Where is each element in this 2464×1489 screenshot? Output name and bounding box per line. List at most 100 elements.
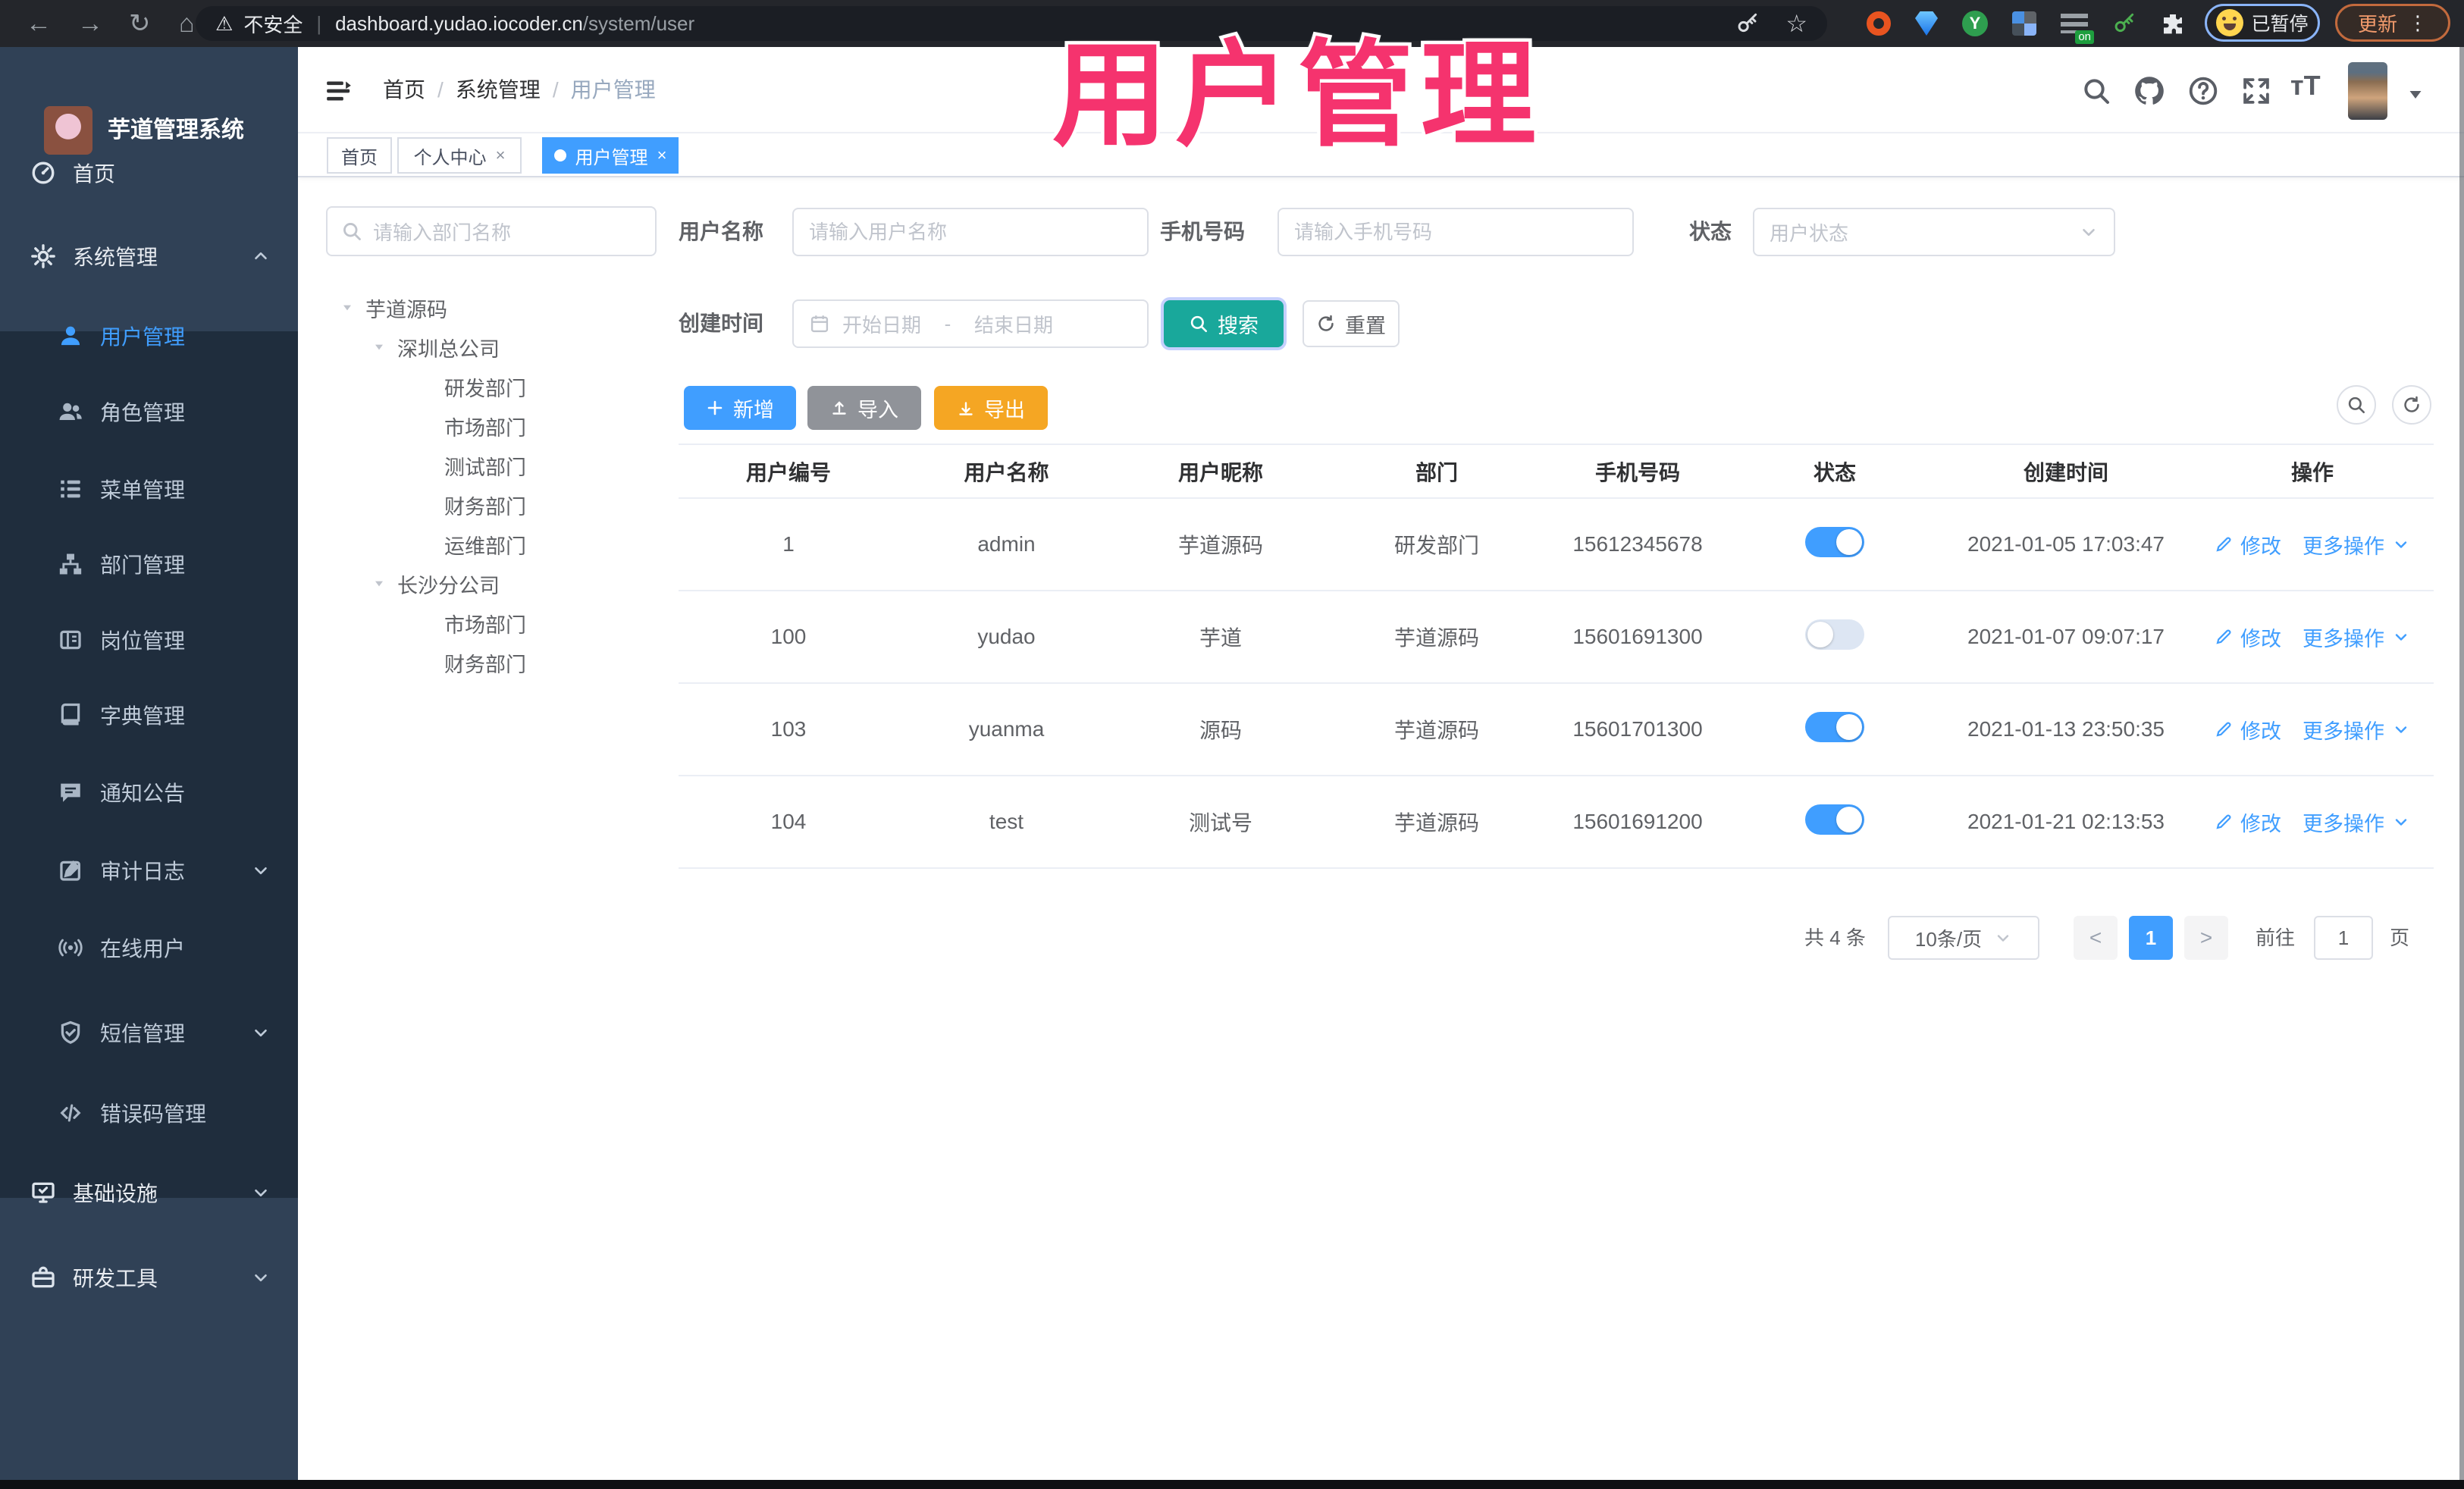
goto-label: 前往 xyxy=(2256,926,2296,949)
reset-button[interactable]: 重置 xyxy=(1303,300,1400,347)
fullscreen-icon[interactable] xyxy=(2240,75,2272,107)
prev-page-button[interactable]: < xyxy=(2074,916,2118,960)
tree-node-company[interactable]: 深圳总公司 xyxy=(371,330,500,365)
status-select[interactable]: 用户状态 xyxy=(1753,208,2115,256)
tree-node-dept[interactable]: 市场部门 xyxy=(444,409,526,444)
sidebar-item-home[interactable]: 首页 xyxy=(0,135,298,211)
password-key-icon[interactable] xyxy=(1735,11,1760,36)
search-button[interactable]: 搜索 xyxy=(1164,300,1284,347)
edit-link[interactable]: 修改 xyxy=(2240,622,2281,652)
tree-caret-icon[interactable] xyxy=(340,300,355,315)
close-icon[interactable]: × xyxy=(496,146,506,165)
more-actions-link[interactable]: 更多操作 xyxy=(2303,715,2384,744)
extension-key-icon[interactable] xyxy=(2112,11,2136,36)
browser-update-button[interactable]: 更新 ⋮ xyxy=(2335,4,2450,42)
tree-node-branch[interactable]: 长沙分公司 xyxy=(371,566,500,601)
sidebar-item-label: 错误码管理 xyxy=(100,1102,207,1126)
font-size-icon[interactable]: ᴛT xyxy=(2290,70,2321,102)
sidebar-item-roles[interactable]: 角色管理 xyxy=(0,374,298,450)
sidebar-item-error-codes[interactable]: 错误码管理 xyxy=(0,1075,298,1151)
sidebar-item-users[interactable]: 用户管理 xyxy=(0,298,298,374)
user-avatar[interactable] xyxy=(2348,62,2387,120)
edit-log-icon xyxy=(58,857,83,883)
tree-node-dept[interactable]: 测试部门 xyxy=(444,448,526,483)
more-actions-link[interactable]: 更多操作 xyxy=(2303,530,2384,560)
sidebar-item-sms[interactable]: 短信管理 xyxy=(0,995,298,1071)
tab-home[interactable]: 首页 xyxy=(327,137,392,174)
breadcrumb-separator: / xyxy=(437,78,444,102)
sidebar-item-posts[interactable]: 岗位管理 xyxy=(0,602,298,678)
sidebar-item-system[interactable]: 系统管理 xyxy=(0,218,298,294)
header-search-icon[interactable] xyxy=(2081,76,2111,106)
sidebar-item-online-users[interactable]: 在线用户 xyxy=(0,910,298,986)
tree-caret-icon[interactable] xyxy=(371,576,387,591)
hamburger-icon[interactable] xyxy=(324,76,354,106)
sidebar-item-infrastructure[interactable]: 基础设施 xyxy=(0,1155,298,1230)
extension-grid-icon[interactable] xyxy=(2012,11,2036,36)
extension-ubuntu-icon[interactable] xyxy=(1867,11,1891,36)
add-button[interactable]: 新增 xyxy=(684,386,796,430)
cell-username: admin xyxy=(977,532,1036,556)
extension-y-icon[interactable]: Y xyxy=(1962,11,1988,36)
extension-gem-icon[interactable] xyxy=(1915,11,1938,36)
sidebar-item-dev-tools[interactable]: 研发工具 xyxy=(0,1240,298,1315)
status-toggle[interactable] xyxy=(1805,526,1864,557)
search-icon xyxy=(1189,314,1208,334)
edit-link[interactable]: 修改 xyxy=(2240,807,2281,837)
refresh-table-button[interactable] xyxy=(2392,385,2431,425)
active-tab-dot xyxy=(553,149,566,161)
tab-user-management[interactable]: 用户管理 × xyxy=(542,137,679,174)
sidebar-item-depts[interactable]: 部门管理 xyxy=(0,526,298,602)
sidebar-item-menus[interactable]: 菜单管理 xyxy=(0,451,298,527)
export-button[interactable]: 导出 xyxy=(934,386,1048,430)
browser-back-icon[interactable]: ← xyxy=(26,0,52,47)
address-bar[interactable]: ⚠ 不安全 | dashboard.yudao.iocoder.cn/syste… xyxy=(196,6,1827,41)
breadcrumb-home[interactable]: 首页 xyxy=(383,47,425,133)
tree-caret-icon[interactable] xyxy=(371,340,387,355)
extension-switch-icon[interactable]: on xyxy=(2061,14,2094,44)
breadcrumb-system[interactable]: 系统管理 xyxy=(456,47,541,133)
tree-node-dept[interactable]: 运维部门 xyxy=(444,527,526,562)
next-page-button[interactable]: > xyxy=(2184,916,2228,960)
download-icon xyxy=(957,399,975,417)
goto-page-input[interactable] xyxy=(2314,916,2373,960)
cell-dept: 芋道源码 xyxy=(1393,811,1479,835)
edit-link[interactable]: 修改 xyxy=(2240,715,2281,744)
close-icon[interactable]: × xyxy=(657,146,667,165)
browser-forward-icon[interactable]: → xyxy=(77,0,103,47)
tree-node-dept[interactable]: 研发部门 xyxy=(444,369,526,404)
github-icon[interactable] xyxy=(2133,74,2166,108)
page-size-select[interactable]: 10条/页 xyxy=(1888,916,2039,960)
avatar-caret-down-icon[interactable] xyxy=(2404,83,2427,106)
username-input[interactable] xyxy=(792,208,1149,256)
import-button[interactable]: 导入 xyxy=(807,386,921,430)
tree-node-dept[interactable]: 财务部门 xyxy=(444,645,526,680)
cell-user-id: 1 xyxy=(782,532,795,556)
help-icon[interactable] xyxy=(2187,75,2219,107)
browser-menu-icon[interactable]: ⋮ xyxy=(2408,11,2428,35)
edit-link[interactable]: 修改 xyxy=(2240,530,2281,560)
bookmark-star-icon[interactable]: ☆ xyxy=(1785,9,1807,38)
current-page-button[interactable]: 1 xyxy=(2129,916,2173,960)
browser-reload-icon[interactable]: ↻ xyxy=(129,0,151,47)
window-bottom-edge xyxy=(0,1480,2464,1489)
status-toggle[interactable] xyxy=(1805,711,1864,742)
date-range-input[interactable]: 开始日期 - 结束日期 xyxy=(792,299,1149,348)
sidebar-item-audit-log[interactable]: 审计日志 xyxy=(0,832,298,908)
status-toggle[interactable] xyxy=(1805,804,1864,835)
sidebar-item-notice[interactable]: 通知公告 xyxy=(0,754,298,830)
mobile-input[interactable] xyxy=(1277,208,1634,256)
browser-home-icon[interactable]: ⌂ xyxy=(179,0,195,47)
status-toggle[interactable] xyxy=(1805,619,1864,650)
tree-node-root[interactable]: 芋道源码 xyxy=(340,290,447,325)
tab-profile[interactable]: 个人中心 × xyxy=(397,137,522,174)
toggle-search-button[interactable] xyxy=(2337,385,2376,425)
browser-profile-button[interactable]: 已暂停 xyxy=(2205,4,2320,42)
tree-node-dept[interactable]: 财务部门 xyxy=(444,487,526,522)
sidebar-item-dict[interactable]: 字典管理 xyxy=(0,677,298,753)
extensions-puzzle-icon[interactable] xyxy=(2161,11,2185,36)
more-actions-link[interactable]: 更多操作 xyxy=(2303,622,2384,652)
dept-search-input[interactable]: 请输入部门名称 xyxy=(326,206,657,256)
more-actions-link[interactable]: 更多操作 xyxy=(2303,807,2384,837)
tree-node-dept[interactable]: 市场部门 xyxy=(444,606,526,641)
